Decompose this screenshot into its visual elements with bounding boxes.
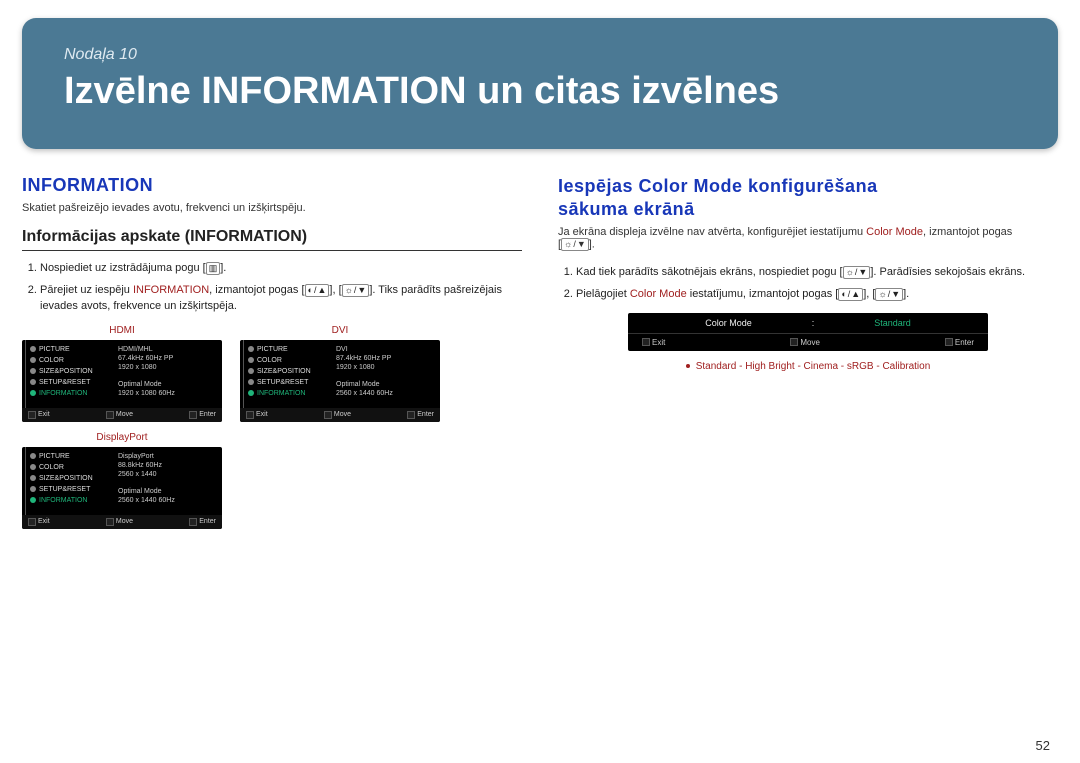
square-icon (106, 411, 114, 419)
section-heading-information: INFORMATION (22, 175, 522, 196)
step-2: Pārejiet uz iespēju INFORMATION, izmanto… (40, 283, 522, 315)
osd-nav-item: PICTURE (257, 346, 288, 353)
osd-row: DisplayPort PICTURE COLOR SIZE&POSITION SETU… (22, 432, 522, 529)
osd-nav: PICTURE COLOR SIZE&POSITION SETUP&RESET INFO… (244, 340, 330, 408)
bar-move: Move (790, 338, 820, 347)
manual-page: Nodaļa 10 Izvēlne INFORMATION un citas i… (0, 0, 1080, 763)
osd-nav: PICTURE COLOR SIZE&POSITION SETUP&RESET INFO… (26, 340, 112, 408)
left-column: INFORMATION Skatiet pašreizējo ievades a… (22, 175, 522, 529)
section-heading-colormode: Iespējas Color Mode konfigurēšana sākuma… (558, 175, 1058, 220)
sun-down-icon: ☼/▼ (875, 288, 903, 301)
osd-source-label: DisplayPort (22, 432, 222, 443)
osd-source-label: DVI (240, 325, 440, 336)
square-icon (324, 411, 332, 419)
chapter-label: Nodaļa 10 (64, 46, 1016, 64)
osd-nav: PICTURE COLOR SIZE&POSITION SETUP&RESET INFO… (26, 447, 112, 515)
osd-nav-item: SETUP&RESET (39, 379, 90, 386)
osd-nav-item: PICTURE (39, 346, 70, 353)
osd-nav-item: PICTURE (39, 453, 70, 460)
osd-foot-enter: Enter (189, 411, 216, 419)
bar-enter: Enter (945, 338, 974, 347)
square-icon (246, 411, 254, 419)
color-mode-label: Color Mode (705, 318, 752, 328)
square-icon (790, 338, 798, 346)
color-mode-value: Standard (874, 318, 911, 328)
square-icon (189, 411, 197, 419)
page-number: 52 (1036, 738, 1050, 753)
sun-down-icon: ☼/▼ (342, 284, 370, 297)
color-mode-bar: Color Mode : Standard Exit Move Enter (628, 313, 988, 351)
osd-nav-item: INFORMATION (257, 390, 305, 397)
osd-foot-exit: Exit (246, 411, 268, 419)
section-intro: Skatiet pašreizējo ievades avotu, frekve… (22, 202, 522, 214)
page-title: Izvēlne INFORMATION un citas izvēlnes (64, 70, 1016, 113)
step-2-term: INFORMATION (133, 284, 209, 296)
step-1-text-b: ]. (220, 262, 226, 274)
osd-thumbnails: HDMI PICTURE COLOR SIZE&POSITION SETUP&RESET… (22, 325, 522, 529)
square-icon (945, 338, 953, 346)
osd-foot-enter: Enter (189, 518, 216, 526)
osd-nav-item: COLOR (39, 464, 64, 471)
color-mode-options: Standard - High Bright - Cinema - sRGB -… (558, 361, 1058, 372)
square-icon (407, 411, 415, 419)
osd-foot-exit: Exit (28, 518, 50, 526)
osd-row: HDMI PICTURE COLOR SIZE&POSITION SETUP&RESET… (22, 325, 522, 422)
osd-info-panel: DisplayPort88.8kHz 60Hz2560 x 1440Optima… (112, 447, 222, 515)
osd-window: PICTURE COLOR SIZE&POSITION SETUP&RESET INFO… (22, 340, 222, 422)
step-2-text-a: Pārejiet uz iespēju (40, 284, 133, 296)
osd-nav-item: COLOR (257, 357, 282, 364)
osd-nav-item: COLOR (39, 357, 64, 364)
subsection-heading: Informācijas apskate (INFORMATION) (22, 228, 522, 251)
contrast-up-icon: ◐/▲ (305, 284, 330, 297)
osd-foot-move: Move (324, 411, 351, 419)
bar-exit: Exit (642, 338, 665, 347)
osd-nav-item: SIZE&POSITION (39, 368, 93, 375)
osd-window: PICTURE COLOR SIZE&POSITION SETUP&RESET INFO… (240, 340, 440, 422)
osd-source-label: HDMI (22, 325, 222, 336)
body-columns: INFORMATION Skatiet pašreizējo ievades a… (22, 175, 1058, 529)
step-r1: Kad tiek parādīts sākotnējais ekrāns, no… (576, 265, 1058, 281)
step-2-text-b: , izmantojot pogas [ (209, 284, 304, 296)
sun-down-icon: ☼/▼ (843, 266, 871, 279)
square-icon (106, 518, 114, 526)
bullet-icon (686, 364, 690, 368)
osd-card-hdmi: HDMI PICTURE COLOR SIZE&POSITION SETUP&RESET… (22, 325, 222, 422)
osd-info-panel: HDMI/MHL67.4kHz 60Hz PP1920 x 1080Optima… (112, 340, 222, 408)
colormode-intro: Ja ekrāna displeja izvēlne nav atvērta, … (558, 226, 1058, 251)
step-r2: Pielāgojiet Color Mode iestatījumu, izma… (576, 287, 1058, 303)
osd-foot-move: Move (106, 518, 133, 526)
osd-nav-item: INFORMATION (39, 497, 87, 504)
menu-button-icon: ▥ (206, 262, 221, 275)
square-icon (28, 518, 36, 526)
step-2-text-c: ], [ (329, 284, 341, 296)
osd-info-panel: DVI87.4kHz 60Hz PP1920 x 1080Optimal Mod… (330, 340, 440, 408)
chapter-hero: Nodaļa 10 Izvēlne INFORMATION un citas i… (22, 18, 1058, 149)
sun-down-icon: ☼/▼ (561, 238, 589, 251)
osd-nav-item: INFORMATION (39, 390, 87, 397)
square-icon (189, 518, 197, 526)
osd-card-dvi: DVI PICTURE COLOR SIZE&POSITION SETUP&RESET I… (240, 325, 440, 422)
step-1-text-a: Nospiediet uz izstrādājuma pogu [ (40, 262, 206, 274)
osd-nav-item: SIZE&POSITION (39, 475, 93, 482)
steps-left: Nospiediet uz izstrādājuma pogu [▥]. Pār… (40, 261, 522, 315)
osd-footer: Exit Move Enter (240, 408, 440, 422)
square-icon (28, 411, 36, 419)
right-column: Iespējas Color Mode konfigurēšana sākuma… (558, 175, 1058, 529)
osd-nav-item: SIZE&POSITION (257, 368, 311, 375)
square-icon (642, 338, 650, 346)
osd-footer: Exit Move Enter (22, 515, 222, 529)
osd-footer: Exit Move Enter (22, 408, 222, 422)
osd-foot-move: Move (106, 411, 133, 419)
osd-nav-item: SETUP&RESET (39, 486, 90, 493)
steps-right: Kad tiek parādīts sākotnējais ekrāns, no… (576, 265, 1058, 303)
osd-window: PICTURE COLOR SIZE&POSITION SETUP&RESET INFO… (22, 447, 222, 529)
osd-card-displayport: DisplayPort PICTURE COLOR SIZE&POSITION SETU… (22, 432, 222, 529)
osd-foot-exit: Exit (28, 411, 50, 419)
osd-foot-enter: Enter (407, 411, 434, 419)
osd-nav-item: SETUP&RESET (257, 379, 308, 386)
step-1: Nospiediet uz izstrādājuma pogu [▥]. (40, 261, 522, 277)
contrast-up-icon: ◐/▲ (838, 288, 863, 301)
